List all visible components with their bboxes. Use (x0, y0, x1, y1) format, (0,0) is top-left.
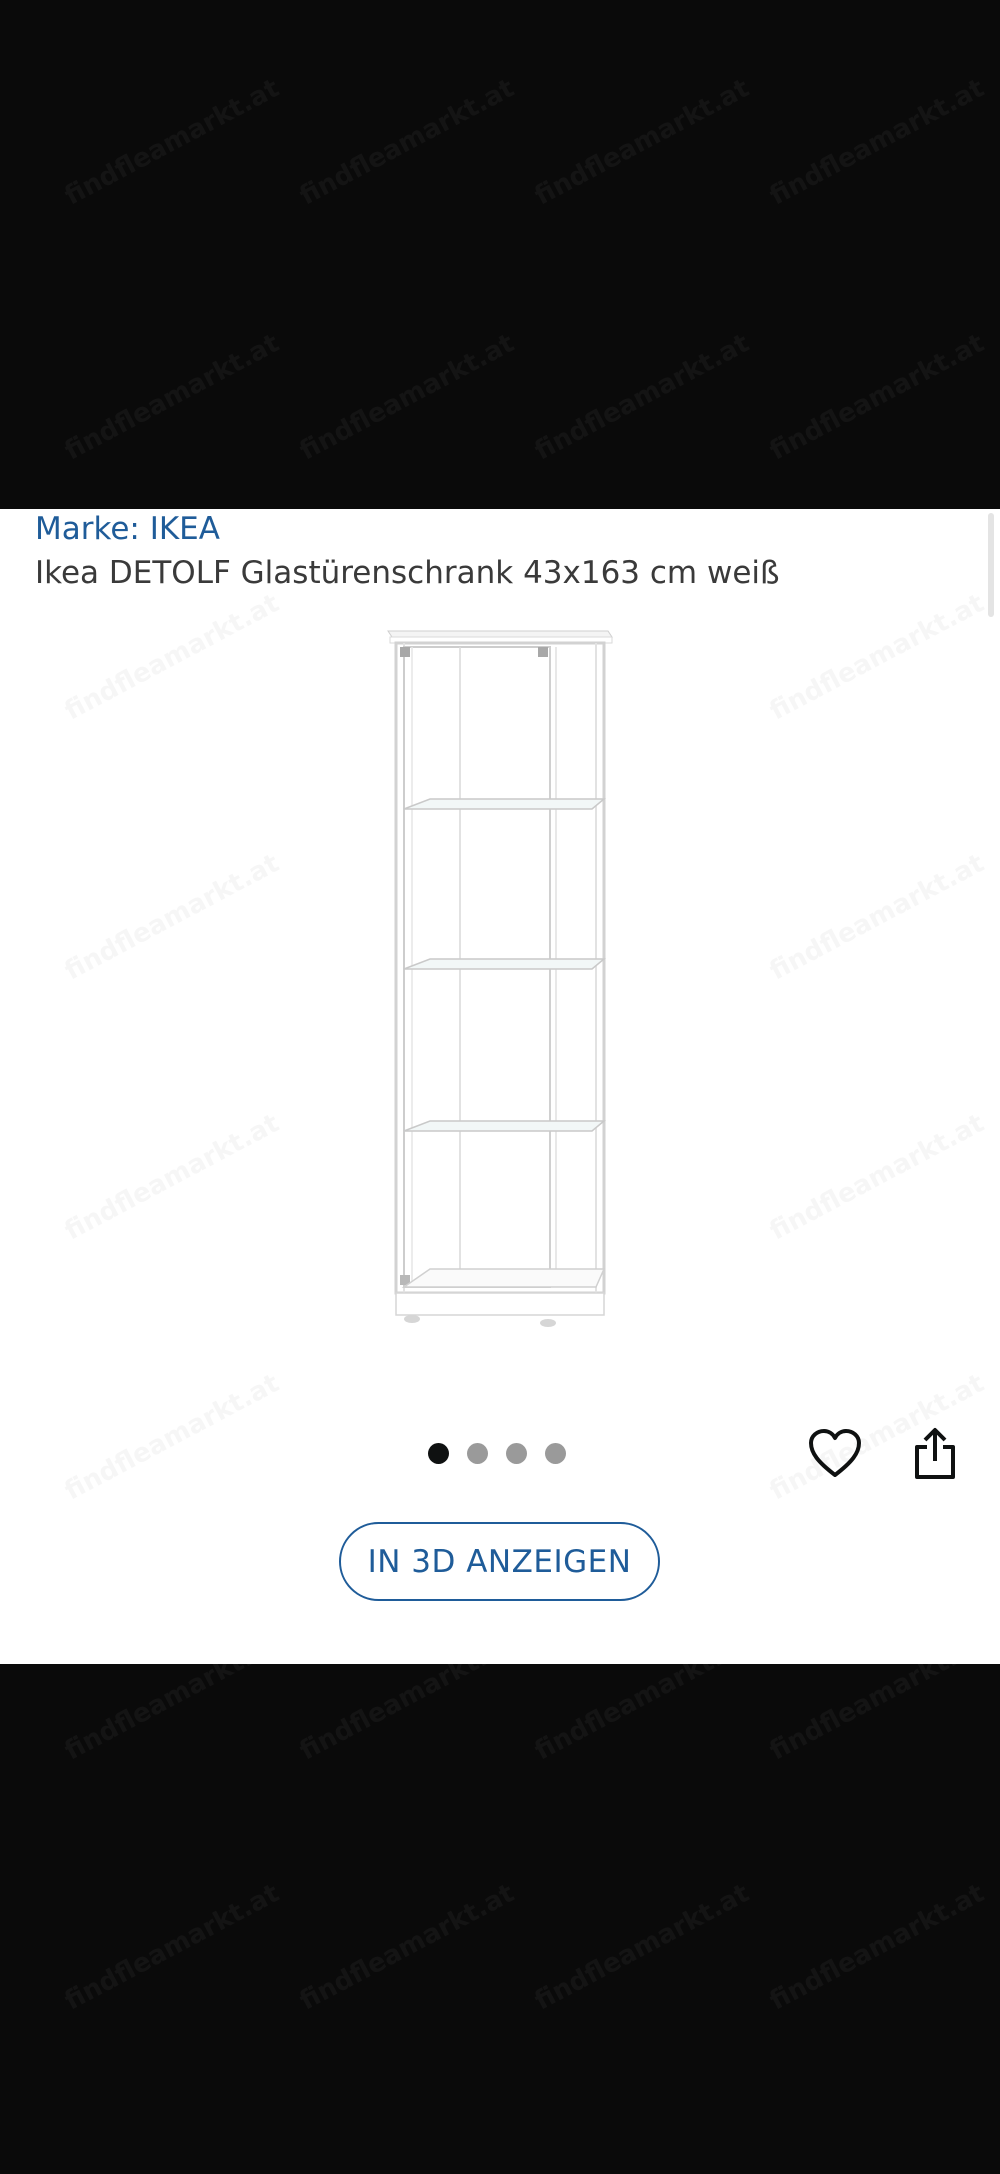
pagination-dot-1[interactable] (428, 1442, 449, 1464)
letterbox-top (0, 0, 1000, 509)
letterbox-bottom (0, 1664, 1000, 2174)
pagination-dot-3[interactable] (506, 1442, 527, 1464)
favorite-button[interactable] (803, 1422, 867, 1486)
product-title: Ikea DETOLF Glastürenschrank 43x163 cm w… (35, 555, 780, 591)
brand-link[interactable]: Marke: IKEA (35, 509, 220, 549)
view-in-3d-button[interactable]: IN 3D ANZEIGEN (339, 1522, 660, 1601)
share-button[interactable] (903, 1422, 967, 1486)
image-pagination (428, 1442, 566, 1464)
product-image-glass-cabinet[interactable] (360, 619, 640, 1359)
product-panel: Marke: IKEA Ikea DETOLF Glastürenschrank… (0, 509, 1000, 1664)
share-icon (915, 1428, 955, 1479)
heart-icon (809, 1429, 861, 1477)
scroll-indicator (988, 513, 994, 617)
pagination-dot-4[interactable] (545, 1442, 566, 1464)
pagination-dot-2[interactable] (467, 1442, 488, 1464)
